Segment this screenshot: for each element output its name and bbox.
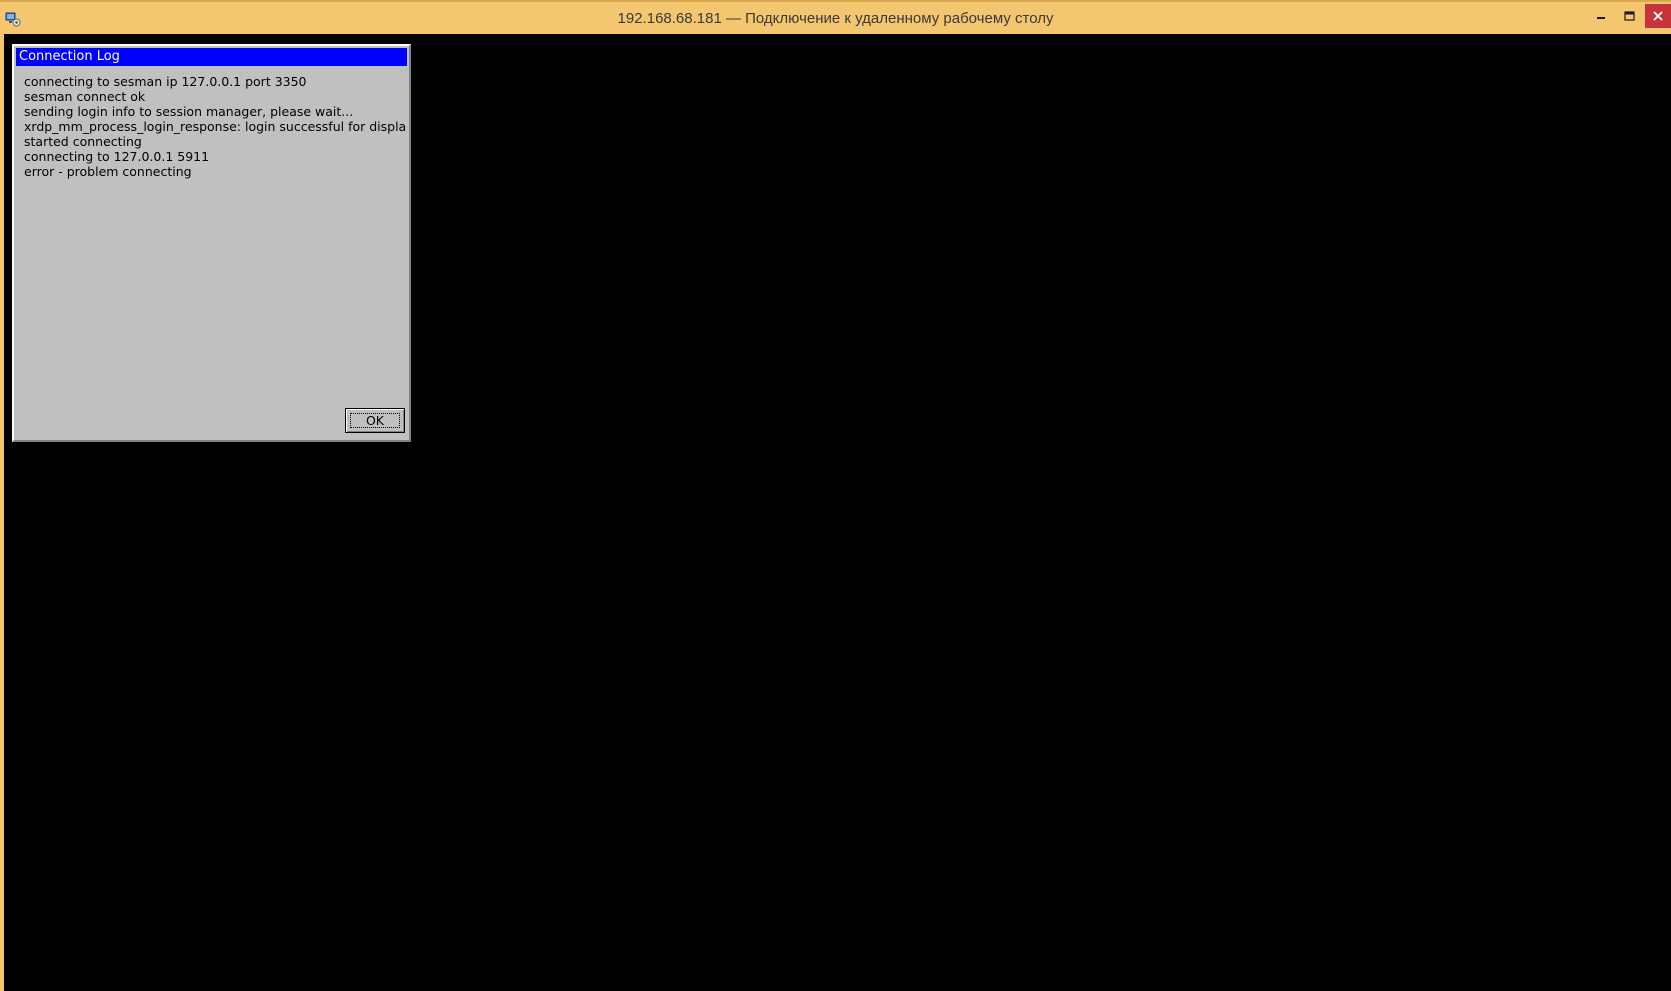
minimize-button[interactable] [1587,4,1615,28]
ok-button[interactable]: OK [345,408,405,433]
log-line: connecting to sesman ip 127.0.0.1 port 3… [24,74,307,89]
close-icon [1653,11,1663,21]
window-titlebar[interactable]: 192.168.68.181 — Подключение к удаленном… [0,0,1671,34]
log-line: error - problem connecting [24,164,192,179]
ok-button-label: OK [365,413,385,428]
maximize-icon [1623,10,1635,21]
window-title: 192.168.68.181 — Подключение к удаленном… [617,10,1054,27]
remote-desktop-area[interactable]: Connection Log connecting to sesman ip 1… [4,34,1671,991]
log-line: sending login info to session manager, p… [24,104,354,119]
log-line: sesman connect ok [24,89,146,104]
connection-log-dialog: Connection Log connecting to sesman ip 1… [12,44,411,442]
close-button[interactable] [1645,4,1671,28]
log-line: xrdp_mm_process_login_response: login su… [24,119,407,134]
rdp-window: 192.168.68.181 — Подключение к удаленном… [0,0,1671,991]
log-line: started connecting [24,134,142,149]
log-line: connecting to 127.0.0.1 5911 [24,149,210,164]
maximize-button[interactable] [1615,4,1643,28]
connection-log: connecting to sesman ip 127.0.0.1 port 3… [24,74,409,179]
dialog-title[interactable]: Connection Log [16,48,407,66]
minimize-icon [1597,17,1605,19]
